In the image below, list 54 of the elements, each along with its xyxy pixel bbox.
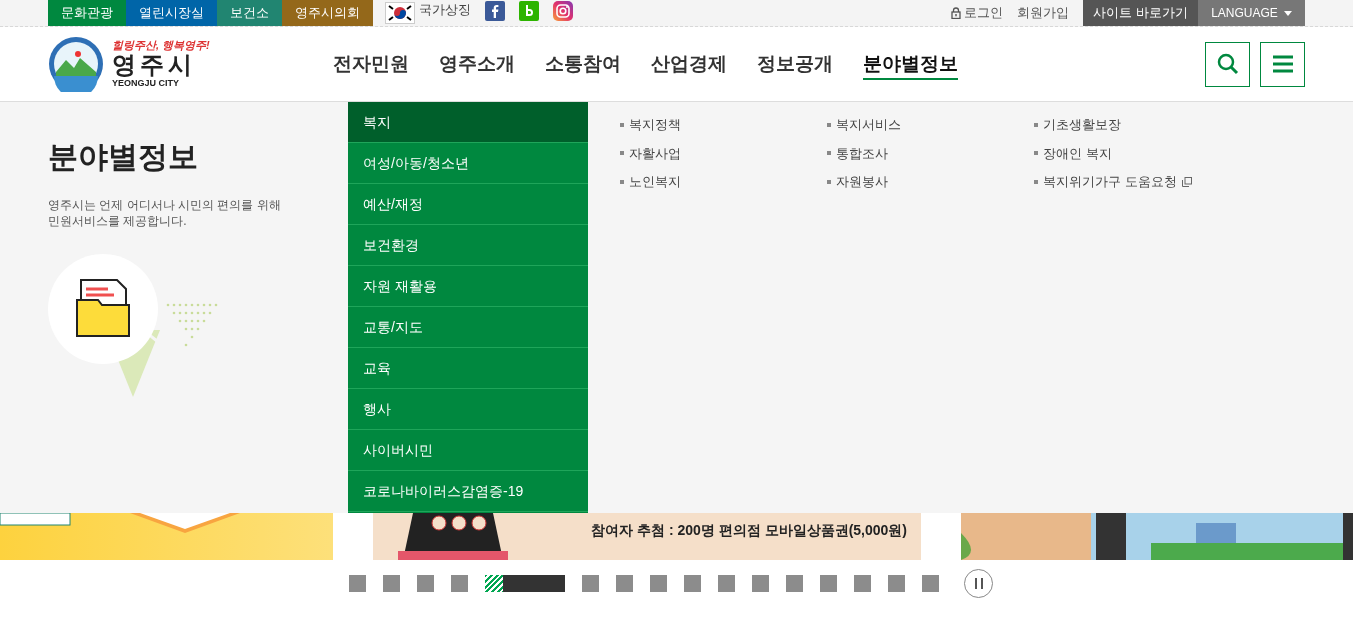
signup-link[interactable]: 회원가입: [1017, 3, 1070, 23]
slide-progress-bar[interactable]: [485, 574, 565, 592]
instagram-icon[interactable]: [553, 1, 573, 21]
slogan-text: 힐링주산, 행복영주!: [112, 40, 210, 51]
submenu-link[interactable]: 자활사업: [629, 143, 681, 163]
search-icon: [1216, 53, 1239, 75]
submenu-link[interactable]: 자원봉사: [836, 172, 888, 192]
blog-icon[interactable]: [519, 1, 539, 21]
pause-icon: [974, 577, 983, 589]
facebook-icon[interactable]: [485, 1, 505, 21]
bullet-icon: [620, 179, 624, 184]
lock-icon: [951, 7, 962, 19]
submenu-link[interactable]: 기초생활보장: [1043, 115, 1121, 135]
submenu-link[interactable]: 복지위기가구 도움요청: [1043, 172, 1177, 192]
category-menu-item[interactable]: 복지: [348, 102, 588, 143]
search-button[interactable]: [1205, 41, 1250, 87]
city-emblem-icon[interactable]: [48, 36, 104, 92]
top-link[interactable]: 문화관광: [48, 0, 126, 26]
nav-item[interactable]: 분야별정보: [863, 49, 958, 79]
pause-button[interactable]: [964, 568, 993, 598]
bullet-icon: [827, 122, 831, 127]
submenu-link[interactable]: 통합조사: [836, 143, 888, 163]
bullet-icon: [827, 179, 831, 184]
bullet-icon: [1034, 179, 1038, 184]
menu-button[interactable]: [1260, 41, 1305, 87]
caret-icon: [1283, 10, 1292, 16]
submenu-link[interactable]: 복지정책: [629, 115, 681, 135]
site-shortcut-button[interactable]: 사이트 바로가기: [1083, 0, 1198, 26]
top-link[interactable]: 보건소: [217, 0, 282, 26]
city-english-name: YEONGJU CITY: [112, 79, 180, 88]
bullet-icon: [1034, 122, 1038, 127]
submenu-link[interactable]: 노인복지: [629, 172, 681, 192]
menu-icon: [1272, 55, 1293, 73]
city-name: 영주시: [112, 53, 197, 77]
top-link[interactable]: 영주시의회: [282, 0, 373, 26]
section-description: 영주시는 언제 어디서나 시민의 편의를 위해 민원서비스를 제공합니다.: [48, 197, 282, 229]
nav-item[interactable]: 영주소개: [439, 49, 515, 79]
login-link[interactable]: 로그인: [964, 3, 1004, 23]
submenu-link[interactable]: 장애인 복지: [1043, 143, 1112, 163]
bullet-icon: [827, 151, 831, 156]
new-window-icon: [1181, 176, 1192, 187]
nav-item[interactable]: 전자민원: [333, 49, 409, 79]
nav-item[interactable]: 소통참여: [545, 49, 621, 79]
language-button[interactable]: LANGUAGE: [1198, 0, 1305, 26]
nav-item[interactable]: 산업경제: [651, 49, 727, 79]
submenu-link[interactable]: 복지서비스: [836, 115, 901, 135]
bullet-icon: [620, 122, 624, 127]
national-symbol-link[interactable]: 국가상징: [419, 0, 471, 20]
section-title: 분야별정보: [48, 139, 199, 175]
top-link[interactable]: 열린시장실: [126, 0, 217, 26]
bullet-icon: [1034, 151, 1038, 156]
nav-item[interactable]: 정보공개: [757, 49, 833, 79]
banner-text: 참여자 추첨 : 200명 편의점 모바일상품권(5,000원): [591, 521, 907, 540]
bullet-icon: [620, 151, 624, 156]
